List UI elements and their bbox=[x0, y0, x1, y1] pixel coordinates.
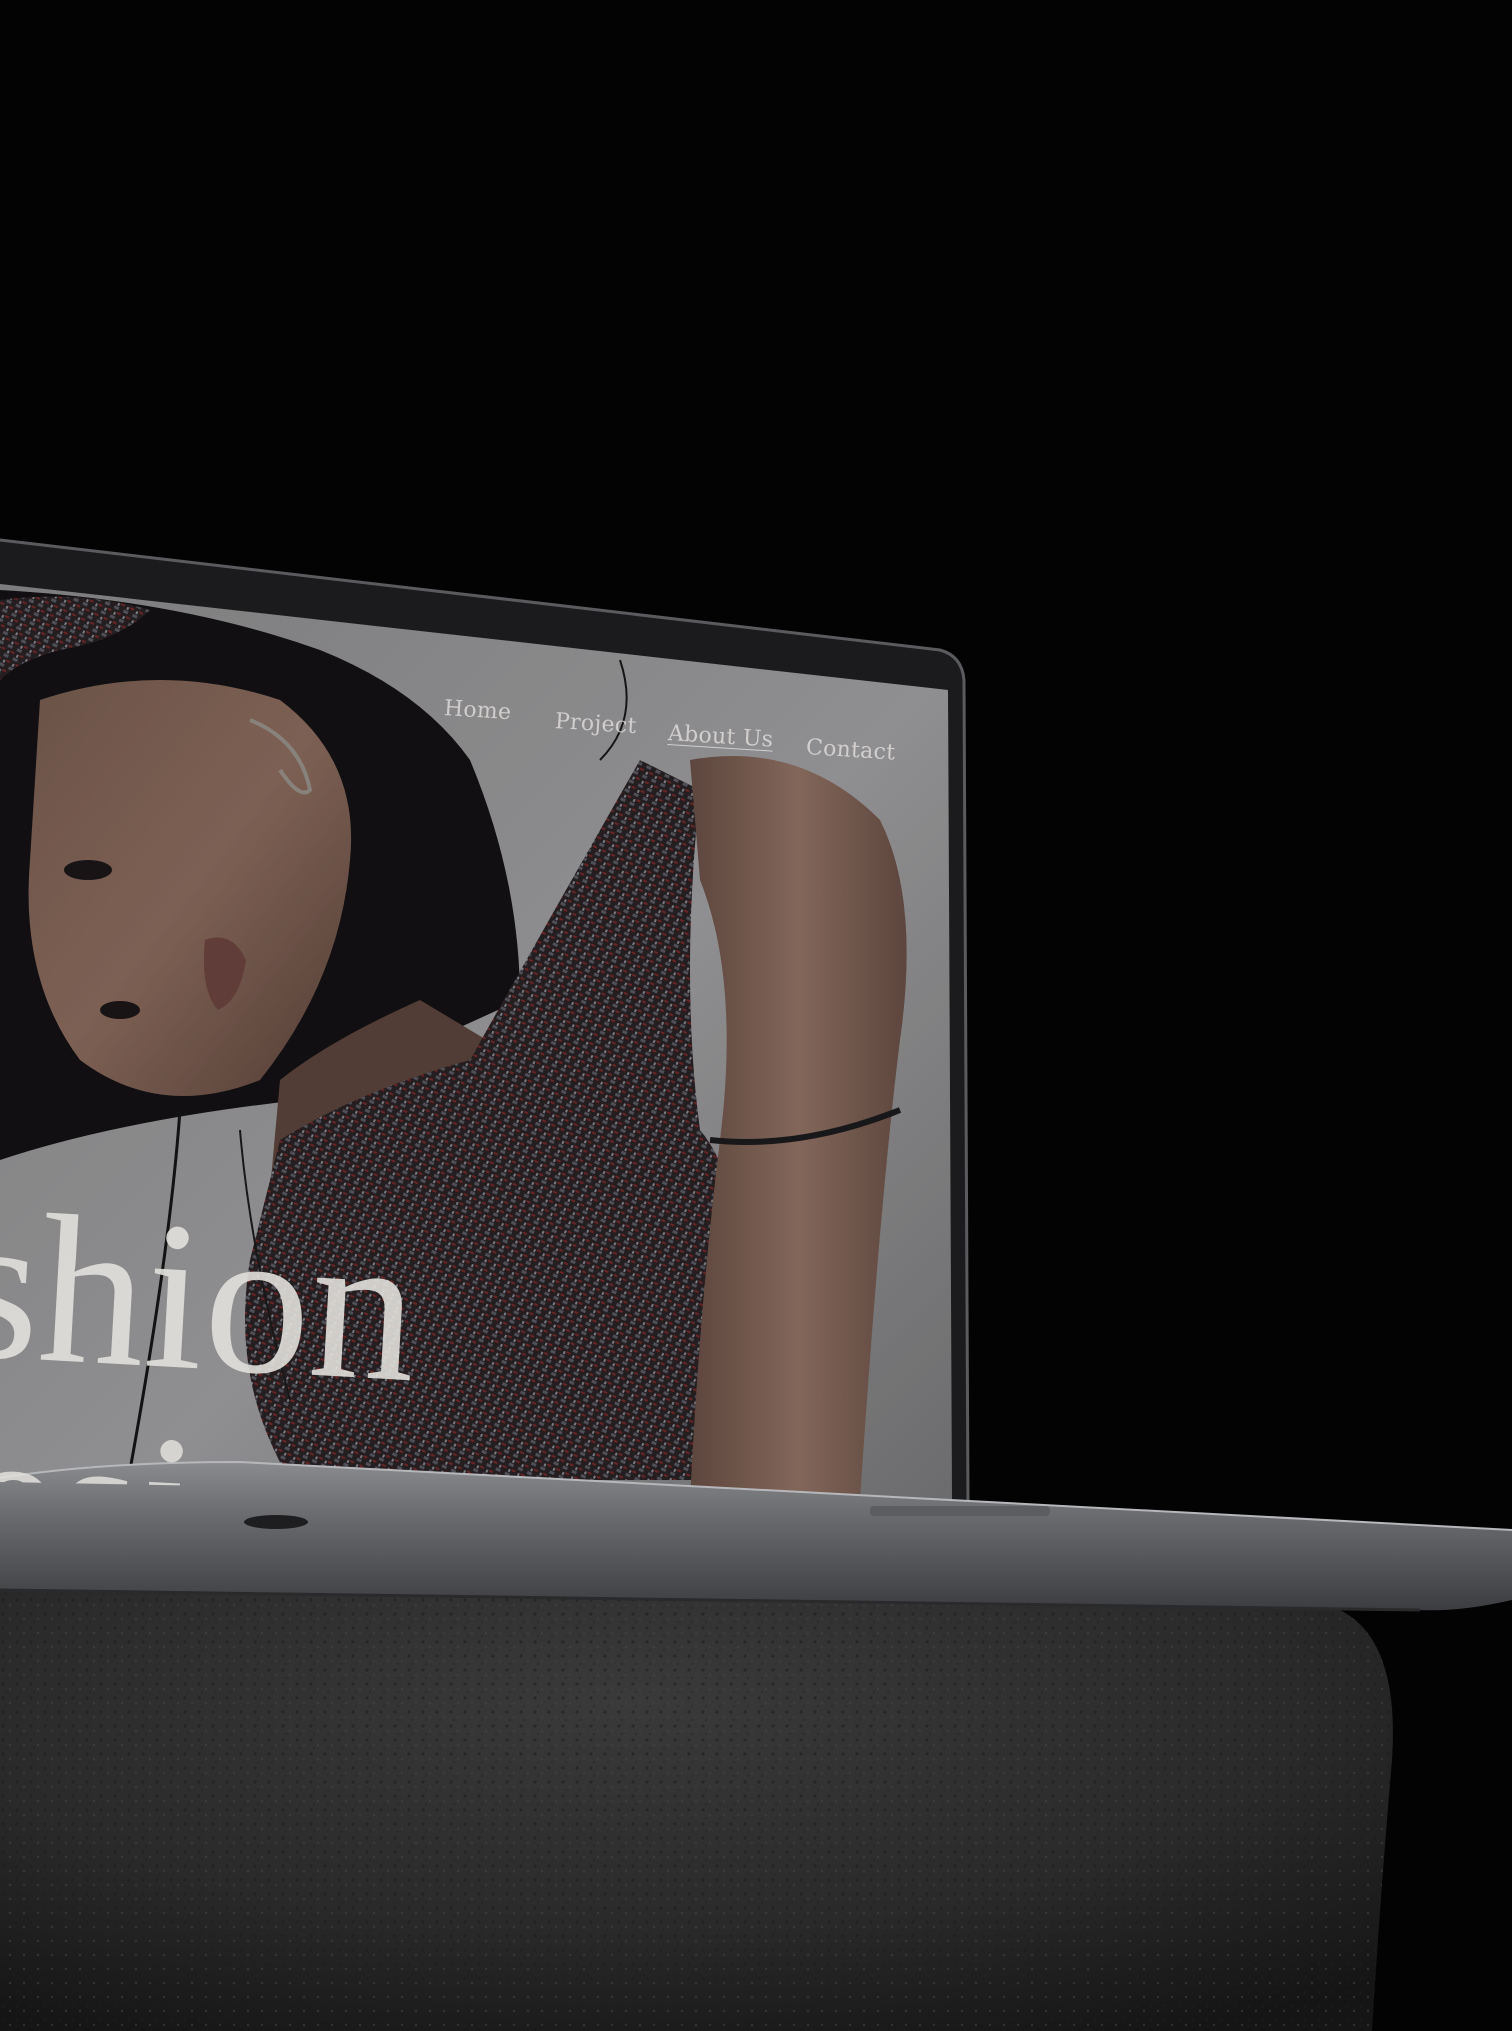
product-mockup-scene: shion esi Home Project About Us Contact bbox=[0, 0, 1512, 2031]
nav-home-link[interactable]: Home bbox=[443, 696, 512, 725]
rock-pedestal bbox=[0, 1560, 1393, 2031]
hero-title: shion bbox=[0, 1166, 424, 1427]
nav-project-link[interactable]: Project bbox=[554, 709, 637, 739]
